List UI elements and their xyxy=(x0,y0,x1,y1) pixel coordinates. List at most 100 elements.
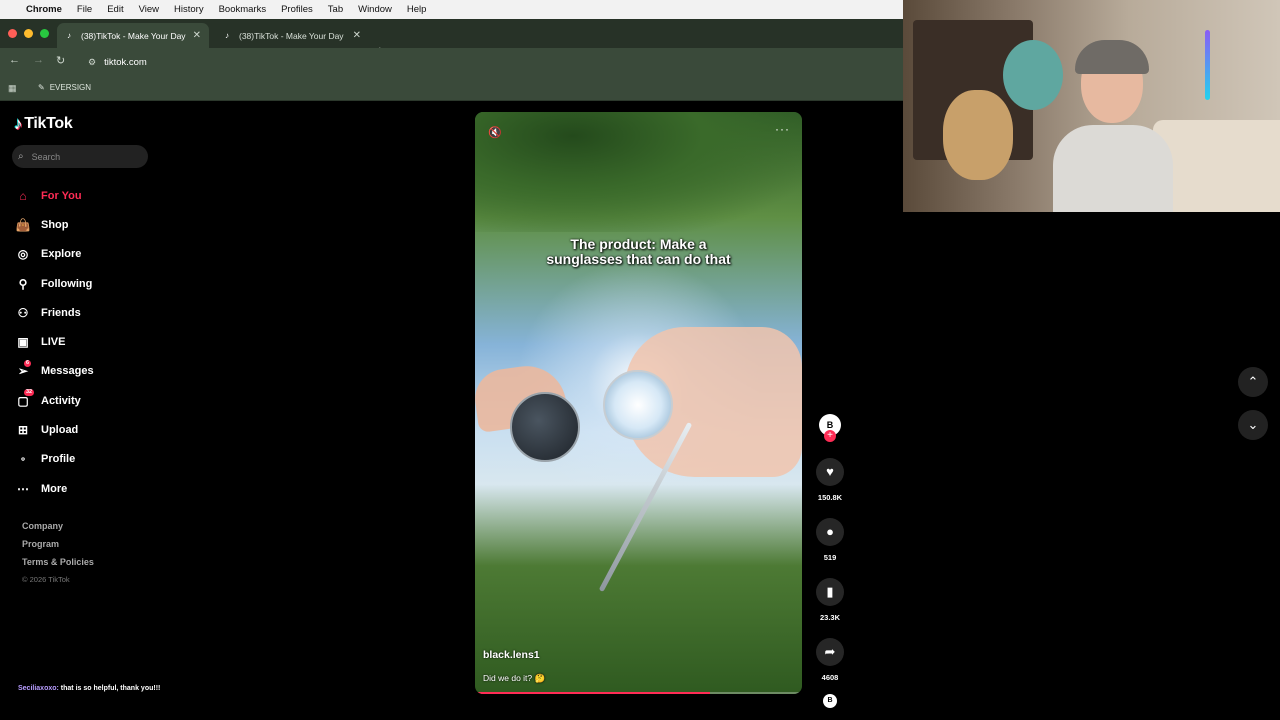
video-frame-canopy xyxy=(475,112,802,232)
forward-arrow-icon[interactable]: → xyxy=(33,54,44,66)
minimize-window-button[interactable] xyxy=(24,29,33,38)
upload-icon: ⊞ xyxy=(17,423,29,438)
webcam-streamer xyxy=(1053,40,1173,212)
like-count: 150.8K xyxy=(817,493,843,502)
chat-text: that is so helpful, thank you!!! xyxy=(58,685,161,692)
video-frame-dark-lens xyxy=(510,392,580,462)
webcam-cap xyxy=(1075,40,1149,74)
bookmark-label: EVERSIGN xyxy=(49,83,92,92)
sidebar-item-for-you[interactable]: ⌂ For You xyxy=(14,181,94,210)
tab-title: (38)TikTok - Make Your Day xyxy=(239,30,344,41)
menu-edit[interactable]: Edit xyxy=(107,4,123,15)
tiktok-favicon-icon: ♪ xyxy=(225,30,229,40)
footer-link-company[interactable]: Company xyxy=(22,521,94,531)
menu-bookmarks[interactable]: Bookmarks xyxy=(219,4,267,15)
address-bar[interactable]: ⚙ tiktok.com xyxy=(80,51,895,73)
apps-grid-icon[interactable]: ▦ xyxy=(8,83,17,94)
previous-video-chevron-up-icon[interactable]: ⌃ xyxy=(1238,367,1268,397)
sidebar-item-more[interactable]: ⋯ More xyxy=(14,474,94,503)
webcam-shirt xyxy=(1053,125,1173,212)
stream-chat-message: Seciliaxoxo: that is so helpful, thank y… xyxy=(18,685,160,692)
sidebar-item-following[interactable]: ⚲ Following xyxy=(14,269,94,298)
video-author[interactable]: black.lens1 xyxy=(483,649,540,661)
address-url: tiktok.com xyxy=(104,56,147,68)
video-frame-clear-lens xyxy=(603,370,673,440)
menu-help[interactable]: Help xyxy=(407,4,427,15)
bookmark-eversign[interactable]: ✎ EVERSIGN xyxy=(38,83,91,92)
tab-tiktok-active[interactable]: ♪ (38)TikTok - Make Your Day ✕ xyxy=(57,23,209,48)
like-heart-icon[interactable]: ♥ xyxy=(816,458,844,486)
comment-count: 519 xyxy=(823,553,837,562)
menu-file[interactable]: File xyxy=(77,4,92,15)
sidebar-item-label: Activity xyxy=(41,394,81,407)
tiktok-logo[interactable]: ♪ TikTok xyxy=(14,114,73,134)
pen-icon: ✎ xyxy=(38,83,45,92)
maximize-window-button[interactable] xyxy=(40,29,49,38)
friends-icon: ⚇ xyxy=(17,305,29,320)
sidebar-item-explore[interactable]: ◎ Explore xyxy=(14,240,94,269)
sidebar-footer: Company Program Terms & Policies © 2026 … xyxy=(22,521,94,592)
compass-icon: ◎ xyxy=(17,247,29,262)
menu-tab[interactable]: Tab xyxy=(328,4,343,15)
tab-tiktok[interactable]: ♪ (38)TikTok - Make Your Day ✕ xyxy=(215,23,369,48)
sound-disc-icon[interactable]: B xyxy=(823,694,837,708)
site-settings-icon[interactable]: ⚙ xyxy=(88,57,96,68)
bookmark-icon[interactable]: ▮ xyxy=(816,578,844,606)
next-video-chevron-down-icon[interactable]: ⌄ xyxy=(1238,410,1268,440)
macos-menu-bar: Chrome File Edit View History Bookmarks … xyxy=(0,0,903,19)
search-icon: ⌕ xyxy=(18,151,24,162)
sidebar-item-upload[interactable]: ⊞ Upload xyxy=(14,415,94,444)
menu-app-name[interactable]: Chrome xyxy=(26,4,62,15)
share-arrow-icon[interactable]: ➦ xyxy=(816,638,844,666)
page-right-area xyxy=(903,212,1280,720)
video-caption: The product: Make a sunglasses that can … xyxy=(475,237,802,267)
sidebar-item-label: Friends xyxy=(41,306,81,319)
close-tab-icon[interactable]: ✕ xyxy=(193,30,201,41)
sidebar-item-messages[interactable]: ➢ 6 Messages xyxy=(14,357,94,386)
more-options-icon[interactable]: ··· xyxy=(775,122,790,136)
webcam-overlay xyxy=(903,0,1280,212)
sidebar-item-label: Shop xyxy=(41,218,69,231)
shopping-bag-icon: 👜 xyxy=(15,217,31,232)
sidebar-item-activity[interactable]: ▢ 32 Activity xyxy=(14,386,94,415)
video-description: Did we do it? 🤔 xyxy=(483,673,546,683)
sidebar-item-label: LIVE xyxy=(41,336,66,349)
tiktok-favicon-icon: ♪ xyxy=(67,30,71,40)
live-icon: ▣ xyxy=(17,335,29,350)
chat-username: Seciliaxoxo: xyxy=(18,685,59,692)
footer-link-program[interactable]: Program xyxy=(22,539,94,549)
menu-history[interactable]: History xyxy=(174,4,204,15)
video-player[interactable]: 🔇 ··· The product: Make a sunglasses tha… xyxy=(475,112,802,694)
sidebar-item-profile[interactable]: ⚬ Profile xyxy=(14,445,94,474)
bookmarks-bar: ▦ ✎ EVERSIGN xyxy=(0,76,903,101)
sidebar-item-label: More xyxy=(41,482,68,495)
sidebar-item-shop[interactable]: 👜 Shop xyxy=(14,210,94,239)
back-arrow-icon[interactable]: ← xyxy=(9,54,20,66)
menu-profiles[interactable]: Profiles xyxy=(281,4,313,15)
messages-icon: ➢ xyxy=(17,364,29,379)
video-progress-bar[interactable] xyxy=(475,692,802,694)
footer-link-terms[interactable]: Terms & Policies xyxy=(22,557,94,567)
tab-strip: ♪ (38)TikTok - Make Your Day ✕ ♪ (38)Tik… xyxy=(0,19,903,58)
copyright-text: © 2026 TikTok xyxy=(22,575,70,584)
menu-view[interactable]: View xyxy=(139,4,159,15)
action-rail: B + ♥ 150.8K ● 519 ▮ 23.3K ➦ 4608 B xyxy=(812,414,848,708)
close-tab-icon[interactable]: ✕ xyxy=(353,30,361,41)
comment-icon[interactable]: ● xyxy=(816,518,844,546)
caption-line-1: The product: Make a xyxy=(570,236,707,252)
search-input[interactable]: ⌕ Search xyxy=(12,145,148,168)
menu-window[interactable]: Window xyxy=(358,4,392,15)
following-icon: ⚲ xyxy=(18,276,28,291)
sidebar-item-label: Explore xyxy=(41,248,82,261)
reload-icon[interactable]: ↻ xyxy=(56,54,65,67)
browser-toolbar: ← → ↻ ⚙ tiktok.com xyxy=(0,48,903,76)
follow-plus-icon[interactable]: + xyxy=(824,430,836,442)
mute-icon[interactable]: 🔇 xyxy=(488,126,502,139)
sidebar-item-label: Profile xyxy=(41,453,76,466)
webcam-plush xyxy=(943,90,1013,180)
messages-badge: 6 xyxy=(24,359,32,367)
sidebar-item-friends[interactable]: ⚇ Friends xyxy=(14,298,94,327)
close-window-button[interactable] xyxy=(8,29,17,38)
sidebar-item-live[interactable]: ▣ LIVE xyxy=(14,327,94,356)
tab-title: (38)TikTok - Make Your Day xyxy=(81,30,186,41)
